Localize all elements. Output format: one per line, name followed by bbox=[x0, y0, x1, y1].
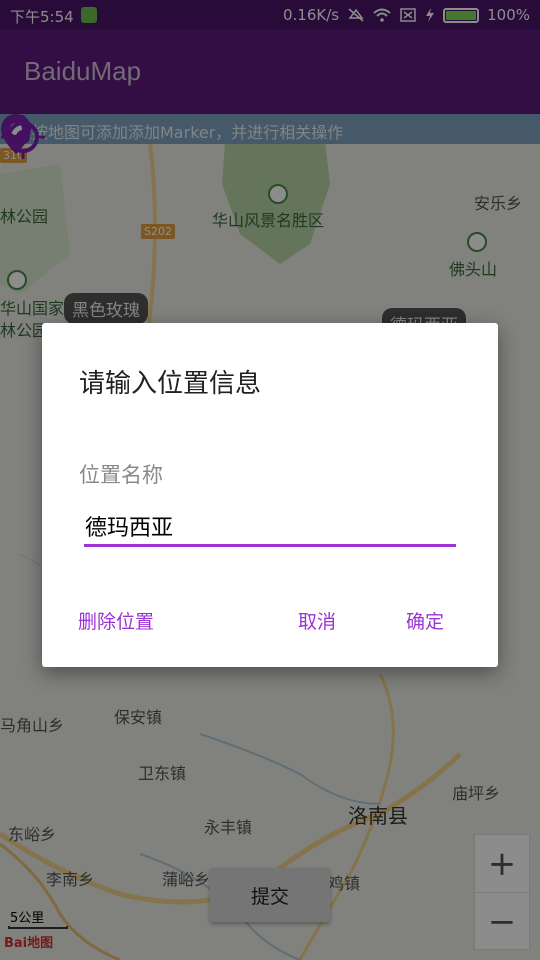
dialog-title: 请输入位置信息 bbox=[79, 369, 262, 399]
cancel-button[interactable]: 取消 bbox=[298, 607, 336, 634]
location-name-label: 位置名称 bbox=[79, 463, 163, 487]
confirm-button[interactable]: 确定 bbox=[406, 607, 444, 634]
location-info-dialog: 请输入位置信息 位置名称 删除位置 取消 确定 bbox=[42, 323, 498, 667]
location-name-input[interactable] bbox=[84, 507, 456, 547]
delete-location-button[interactable]: 删除位置 bbox=[78, 607, 154, 634]
